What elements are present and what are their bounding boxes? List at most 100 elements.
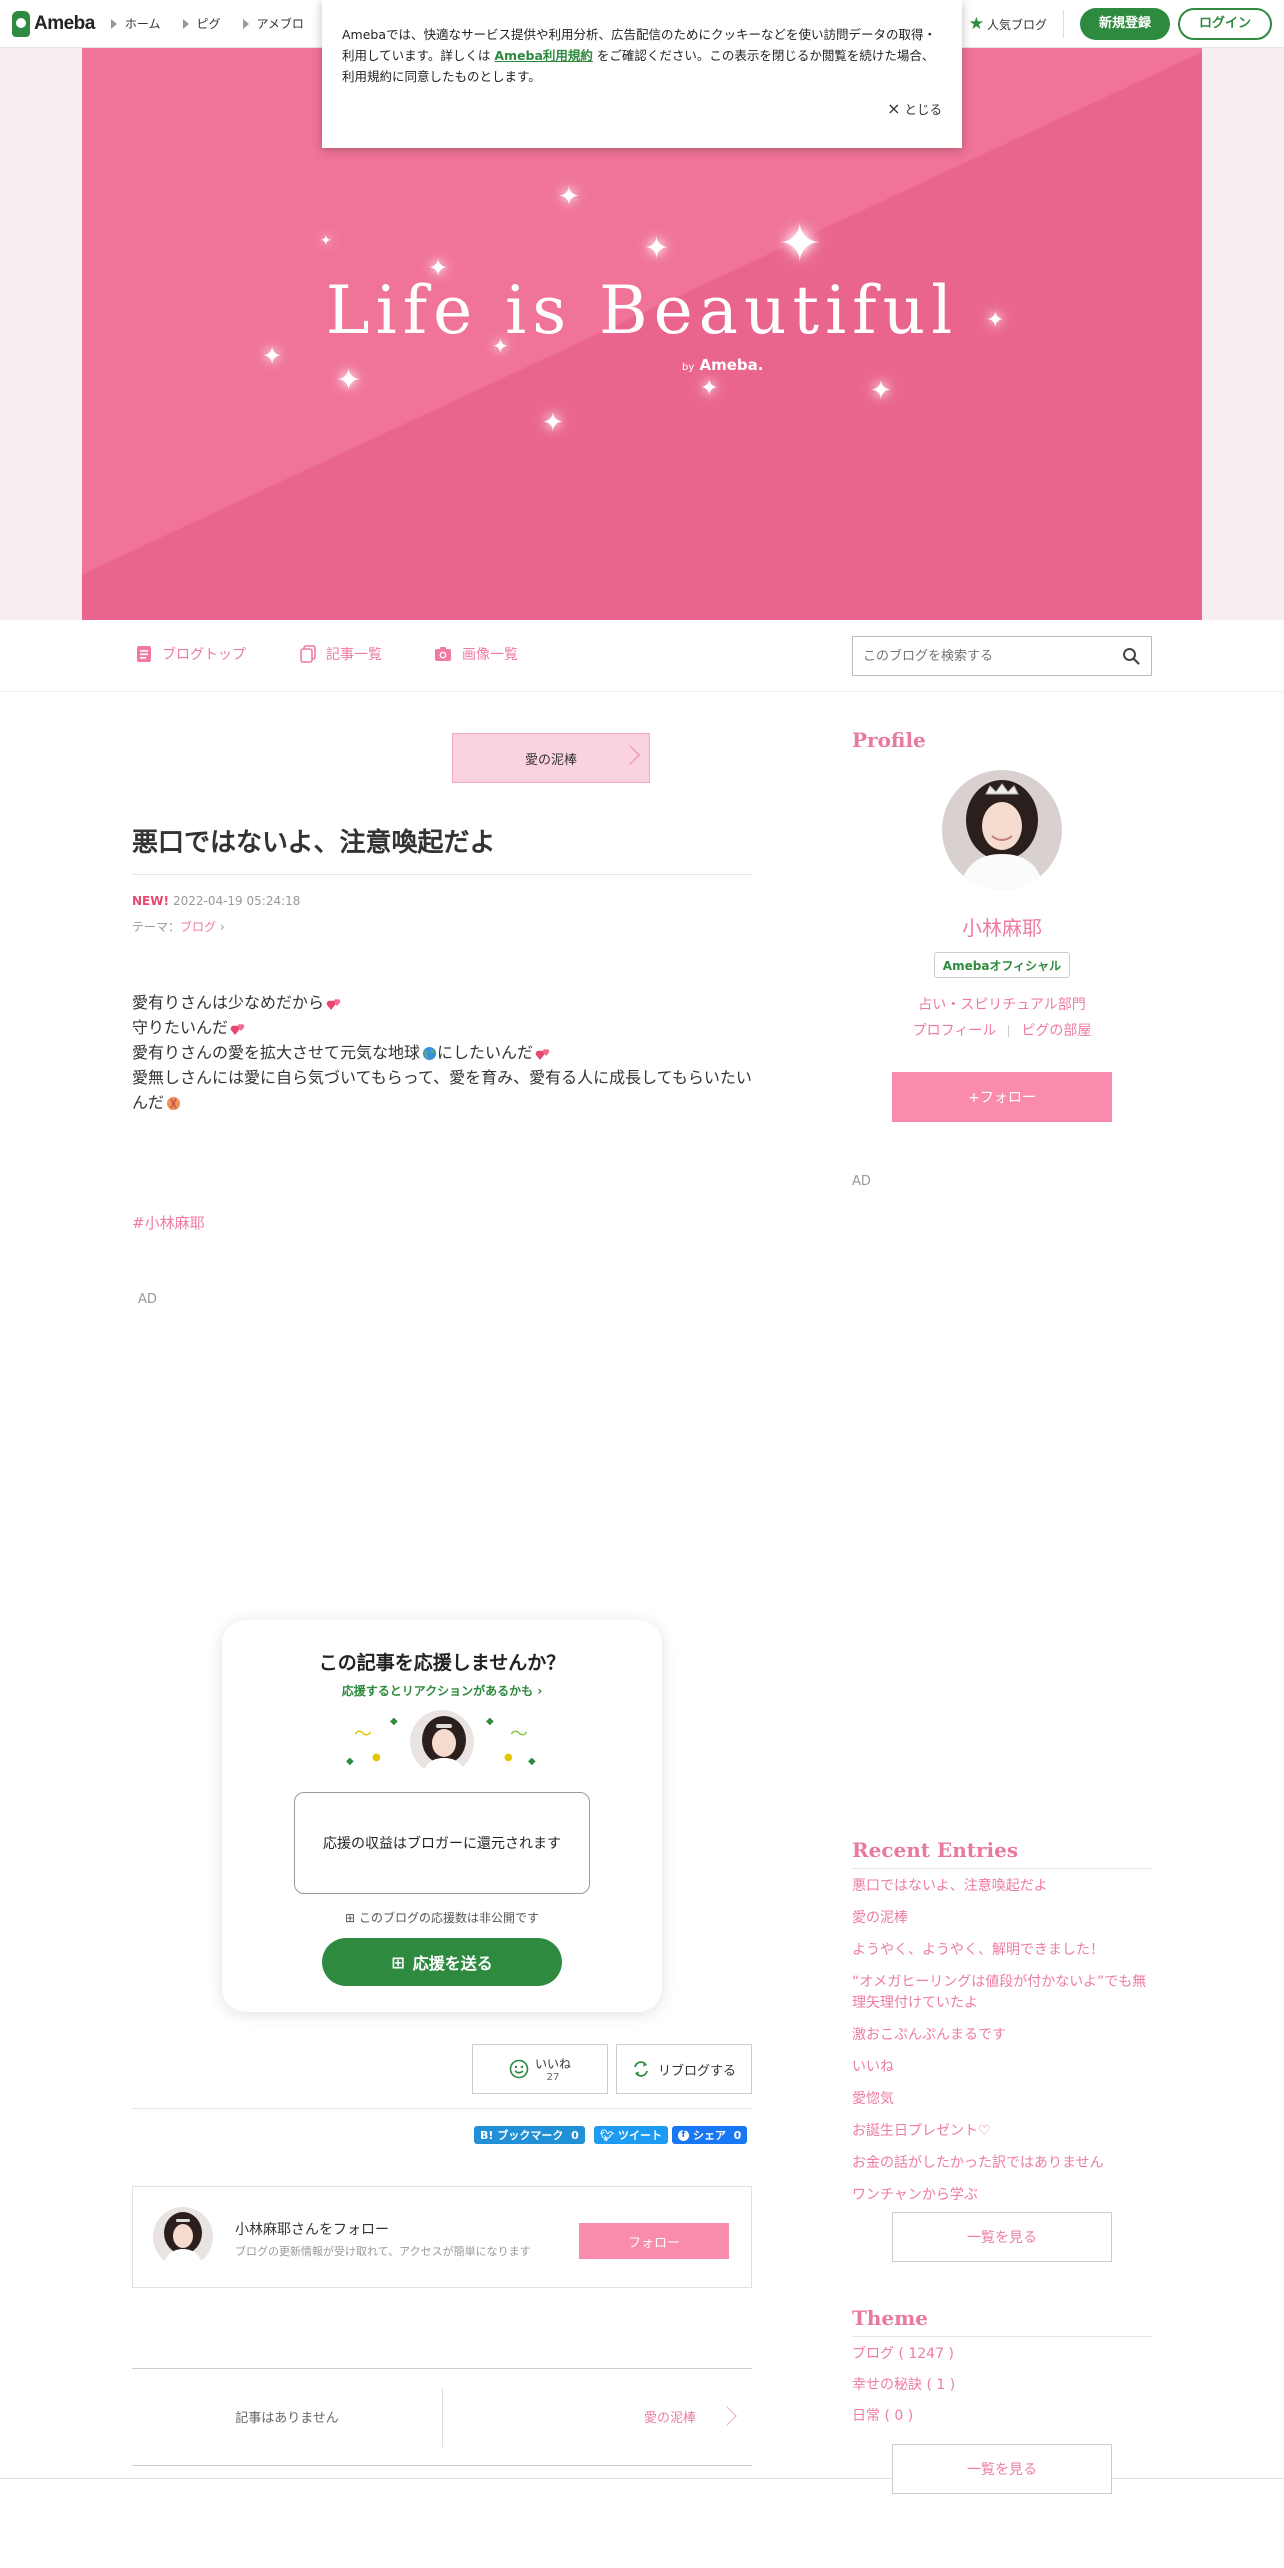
earth-icon	[422, 1046, 437, 1061]
chevron-right-icon	[620, 745, 640, 765]
recent-entries-more-button[interactable]: 一覧を見る	[892, 2212, 1112, 2262]
nav-home[interactable]: ホーム	[110, 15, 161, 32]
close-icon: ×	[887, 99, 901, 118]
recent-entry-link[interactable]: いいね	[852, 2057, 1152, 2078]
copy-icon	[300, 645, 316, 663]
chevron-right-icon	[717, 2406, 737, 2426]
recent-entry-link[interactable]: 愛惚気	[852, 2089, 1152, 2110]
search-icon[interactable]	[1111, 637, 1151, 675]
star-icon: ★	[968, 14, 984, 34]
follow-title: 小林麻耶さんをフォロー	[235, 2222, 389, 2238]
blogger-avatar	[153, 2207, 213, 2267]
recent-entry-link[interactable]: 悪口ではないよ、注意喚起だよ	[852, 1876, 1152, 1897]
terms-link[interactable]: Ameba利用規約	[494, 48, 593, 63]
divider	[132, 2108, 752, 2109]
pig-room-link[interactable]: ピグの部屋	[1021, 1023, 1091, 1039]
hatena-icon: B!	[480, 2128, 494, 2142]
category-link[interactable]: 占い・スピリチュアル部門	[852, 994, 1152, 1014]
theme-link[interactable]: ブログ ( 1247 )	[852, 2344, 1152, 2365]
triangle-right-icon	[242, 18, 249, 29]
hashtag-link[interactable]: #小林麻耶	[132, 1212, 205, 1233]
reblog-icon	[634, 2061, 648, 2077]
sparkle-icon: ✦	[700, 376, 719, 401]
theme-link[interactable]: 日常 ( 0 )	[852, 2406, 1152, 2427]
hatena-bookmark-button[interactable]: B! ブックマーク 0	[474, 2126, 585, 2144]
ameba-logo[interactable]: Ameba	[12, 0, 95, 48]
recent-entry-link[interactable]: お誕生日プレゼント♡	[852, 2121, 1152, 2142]
ad-label: AD	[138, 1292, 157, 1307]
confetti-icon: ●	[504, 1752, 513, 1763]
sparkle-icon: ✦	[320, 233, 332, 249]
next-entry-link[interactable]: 愛の泥棒	[452, 733, 650, 783]
recent-entry-link[interactable]: 激おこぷんぷんまるです	[852, 2025, 1152, 2046]
recent-entry-link[interactable]: 愛の泥棒	[852, 1908, 1152, 1929]
nav-ameblo[interactable]: アメブロ	[242, 15, 304, 32]
triangle-right-icon	[110, 18, 117, 29]
blog-top-link[interactable]: ブログトップ	[136, 644, 246, 664]
cookie-close-button[interactable]: × とじる	[887, 99, 942, 118]
sparkle-icon: ✦	[542, 408, 564, 438]
sidebar-follow-button[interactable]: +フォロー	[892, 1072, 1112, 1122]
divider	[442, 2389, 443, 2447]
confetti-icon: ◆	[486, 1716, 494, 1727]
register-button[interactable]: 新規登録	[1079, 8, 1170, 40]
facebook-share-button[interactable]: f シェア 0	[672, 2126, 748, 2144]
two-hearts-icon	[230, 1023, 245, 1035]
cookie-notice: Amebaでは、快適なサービス提供や利用分析、広告配信のためにクッキーなどを使い…	[322, 0, 962, 148]
support-revenue-note: 応援の収益はブロガーに還元されます	[294, 1792, 590, 1894]
ameba-logo-icon	[12, 10, 30, 37]
theme-heading: Theme	[852, 2306, 929, 2330]
theme-more-button[interactable]: 一覧を見る	[892, 2444, 1112, 2494]
image-list-link[interactable]: 画像一覧	[434, 644, 518, 664]
smile-icon	[509, 2059, 529, 2079]
theme-list: ブログ ( 1247 ) 幸せの秘訣 ( 1 ) 日常 ( 0 )	[852, 2344, 1152, 2437]
next-entry-pager-link[interactable]: 愛の泥棒	[644, 2407, 696, 2426]
divider	[852, 2336, 1152, 2337]
entry-list-link[interactable]: 記事一覧	[300, 644, 382, 664]
entry-theme-link[interactable]: ブログ	[180, 920, 216, 934]
follow-box: 小林麻耶さんをフォロー ブログの更新情報が受け取れて、アクセスが簡単になります …	[132, 2186, 752, 2288]
sparkle-icon: ✦	[778, 214, 822, 274]
divider	[132, 874, 752, 875]
theme-link[interactable]: 幸せの秘訣 ( 1 )	[852, 2375, 1152, 2396]
banner-title: Life is Beautiful	[325, 272, 959, 349]
document-icon	[137, 646, 151, 662]
prev-entry-empty: 記事はありません	[235, 2411, 339, 2426]
follow-button[interactable]: フォロー	[579, 2223, 729, 2259]
support-title: この記事を応援しませんか？	[318, 1652, 566, 1674]
entry-date: NEW! 2022-04-19 05:24:18	[132, 894, 301, 908]
tweet-button[interactable]: 🐦︎ ツイート	[594, 2126, 668, 2144]
divider	[1008, 1025, 1010, 1037]
entry-title: 悪口ではないよ、注意喚起だよ	[132, 828, 496, 858]
recent-entry-link[interactable]: “オメガヒーリングは値段が付かないよ”でも無理矢理付けていたよ	[852, 1972, 1152, 2014]
popular-blogs-link[interactable]: ★ 人気ブログ	[969, 10, 1064, 38]
confetti-icon: ●	[372, 1752, 381, 1763]
profile-avatar[interactable]	[942, 770, 1062, 890]
entry-pager: 記事はありません 愛の泥棒	[132, 2368, 752, 2466]
sparkle-icon: ✦	[558, 182, 580, 212]
reblog-button[interactable]: リブログする	[616, 2044, 752, 2094]
follow-description: ブログの更新情報が受け取れて、アクセスが簡単になります	[235, 2245, 531, 2258]
ad-label: AD	[852, 1174, 871, 1189]
sparkle-icon: ✦	[644, 231, 670, 266]
profile-link[interactable]: プロフィール	[913, 1023, 997, 1039]
confetti-icon: 〜	[354, 1724, 372, 1745]
login-button[interactable]: ログイン	[1177, 8, 1272, 40]
recent-entry-link[interactable]: ようやく、ようやく、解明できました！	[852, 1940, 1152, 1961]
two-hearts-icon	[535, 1048, 550, 1060]
two-hearts-icon	[326, 998, 341, 1010]
confetti-icon: ◆	[346, 1756, 354, 1767]
entry-theme: テーマ：ブログ ›	[132, 920, 225, 934]
blog-search-input[interactable]	[853, 637, 1111, 675]
support-info-link[interactable]: 応援するとリアクションがあるかも ›	[222, 1682, 662, 1699]
recent-entry-link[interactable]: お金の話がしたかった訳ではありません	[852, 2153, 1152, 2174]
sparkle-icon: ✦	[336, 363, 362, 398]
confetti-icon: 〜	[510, 1724, 528, 1745]
recent-entry-link[interactable]: ワンチャンから学ぶ	[852, 2185, 1152, 2206]
recent-entries-list: 悪口ではないよ、注意喚起だよ 愛の泥棒 ようやく、ようやく、解明できました！ “…	[852, 1876, 1152, 2217]
like-button[interactable]: いいね 27	[472, 2044, 608, 2094]
nav-pig[interactable]: ピグ	[182, 15, 221, 32]
send-support-button[interactable]: ⊞ 応援を送る	[322, 1938, 562, 1986]
camera-icon	[435, 647, 451, 661]
profile-name: 小林麻耶	[962, 916, 1042, 940]
